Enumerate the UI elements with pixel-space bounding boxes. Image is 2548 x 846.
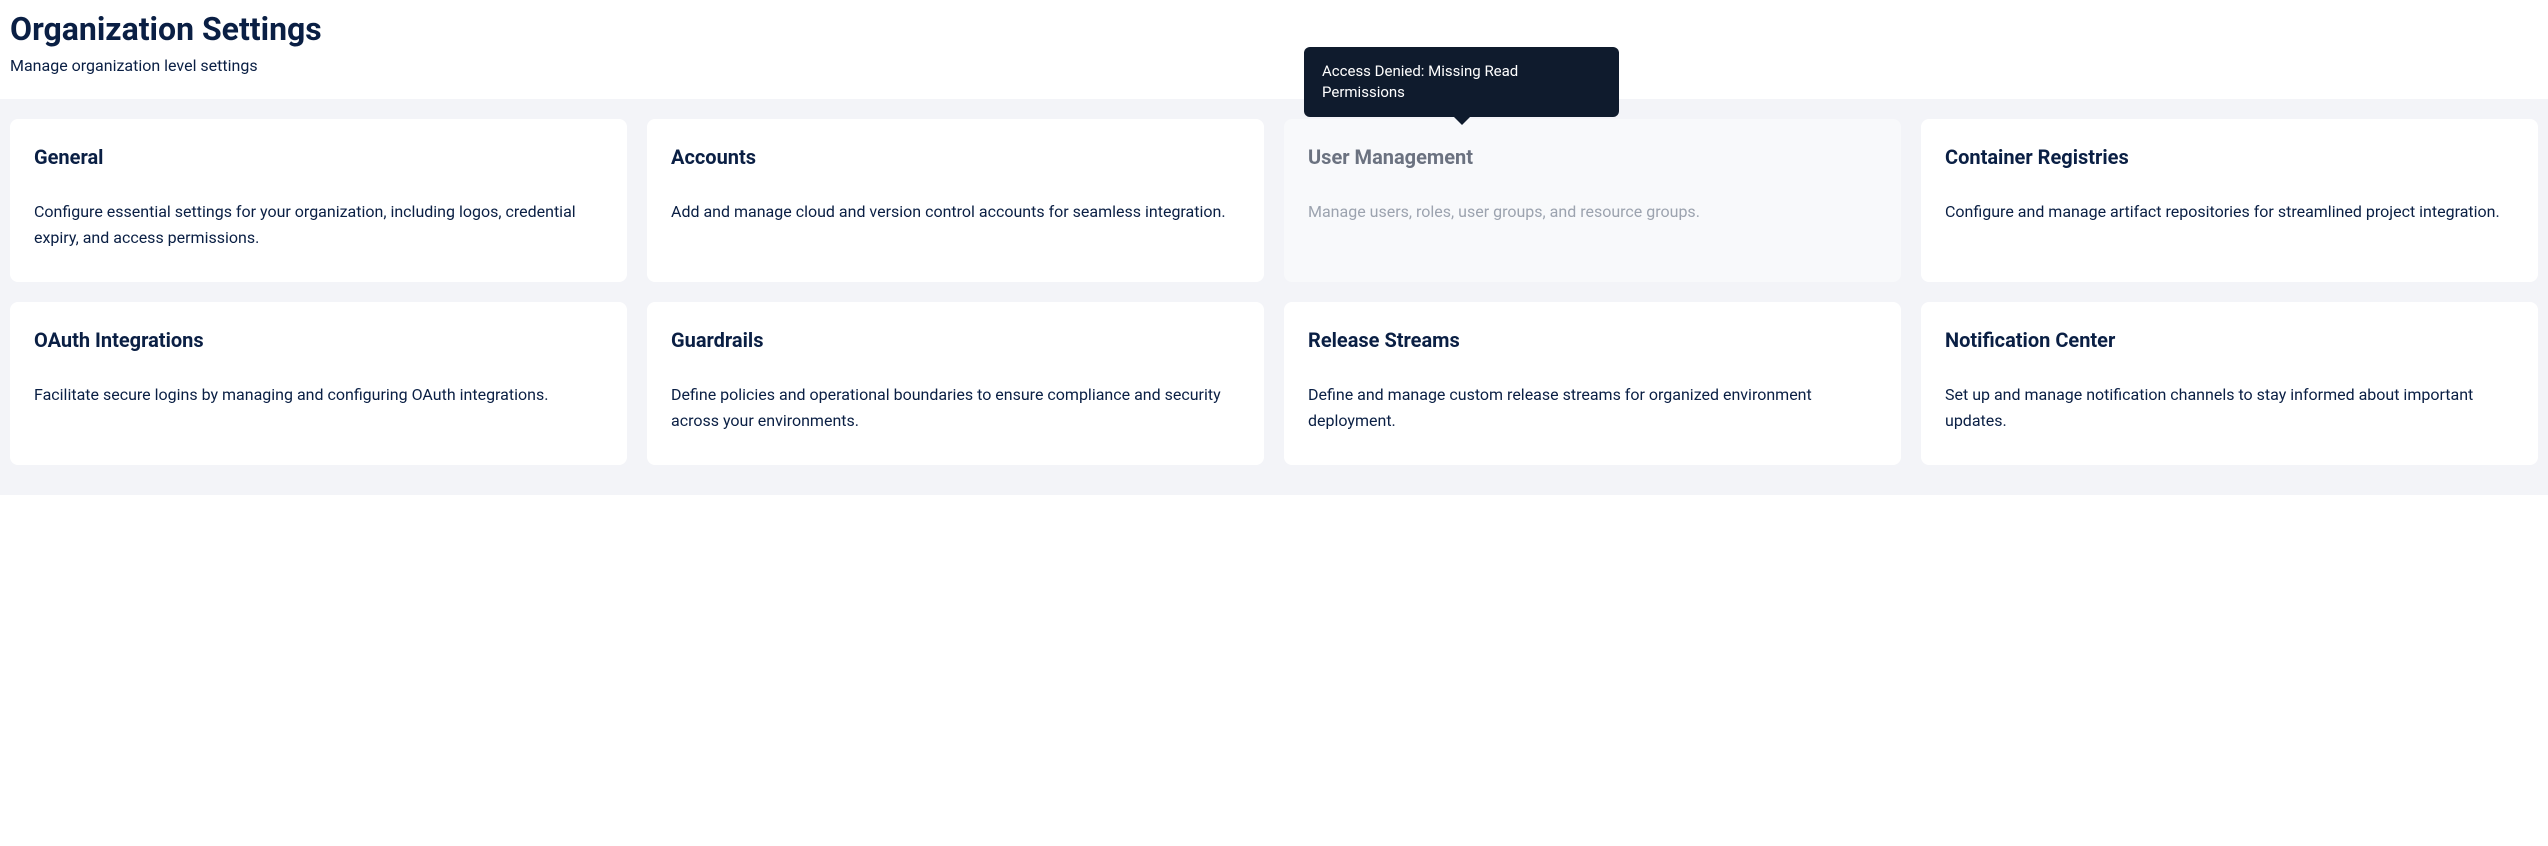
card-user-management: Access Denied: Missing Read Permissions … [1284,119,1901,282]
page-title: Organization Settings [10,10,2538,48]
page-header: Organization Settings Manage organizatio… [0,0,2548,99]
card-title: Release Streams [1308,328,1877,352]
card-grid: General Configure essential settings for… [10,119,2538,465]
card-general[interactable]: General Configure essential settings for… [10,119,627,282]
card-description: Add and manage cloud and version control… [671,199,1240,225]
card-description: Facilitate secure logins by managing and… [34,382,603,408]
card-description: Set up and manage notification channels … [1945,382,2514,435]
card-title: Guardrails [671,328,1240,352]
card-description: Manage users, roles, user groups, and re… [1308,199,1877,225]
content-area: General Configure essential settings for… [0,99,2548,495]
card-title: General [34,145,603,169]
card-description: Configure and manage artifact repositori… [1945,199,2514,225]
card-title: User Management [1308,145,1877,169]
card-title: Notification Center [1945,328,2514,352]
card-description: Define policies and operational boundari… [671,382,1240,435]
card-guardrails[interactable]: Guardrails Define policies and operation… [647,302,1264,465]
card-title: Accounts [671,145,1240,169]
card-accounts[interactable]: Accounts Add and manage cloud and versio… [647,119,1264,282]
card-description: Define and manage custom release streams… [1308,382,1877,435]
access-denied-tooltip: Access Denied: Missing Read Permissions [1304,47,1619,117]
card-description: Configure essential settings for your or… [34,199,603,252]
card-release-streams[interactable]: Release Streams Define and manage custom… [1284,302,1901,465]
tooltip-text: Access Denied: Missing Read Permissions [1322,62,1518,101]
card-oauth-integrations[interactable]: OAuth Integrations Facilitate secure log… [10,302,627,465]
card-title: Container Registries [1945,145,2514,169]
card-notification-center[interactable]: Notification Center Set up and manage no… [1921,302,2538,465]
card-title: OAuth Integrations [34,328,603,352]
card-container-registries[interactable]: Container Registries Configure and manag… [1921,119,2538,282]
page-subtitle: Manage organization level settings [10,56,2538,75]
